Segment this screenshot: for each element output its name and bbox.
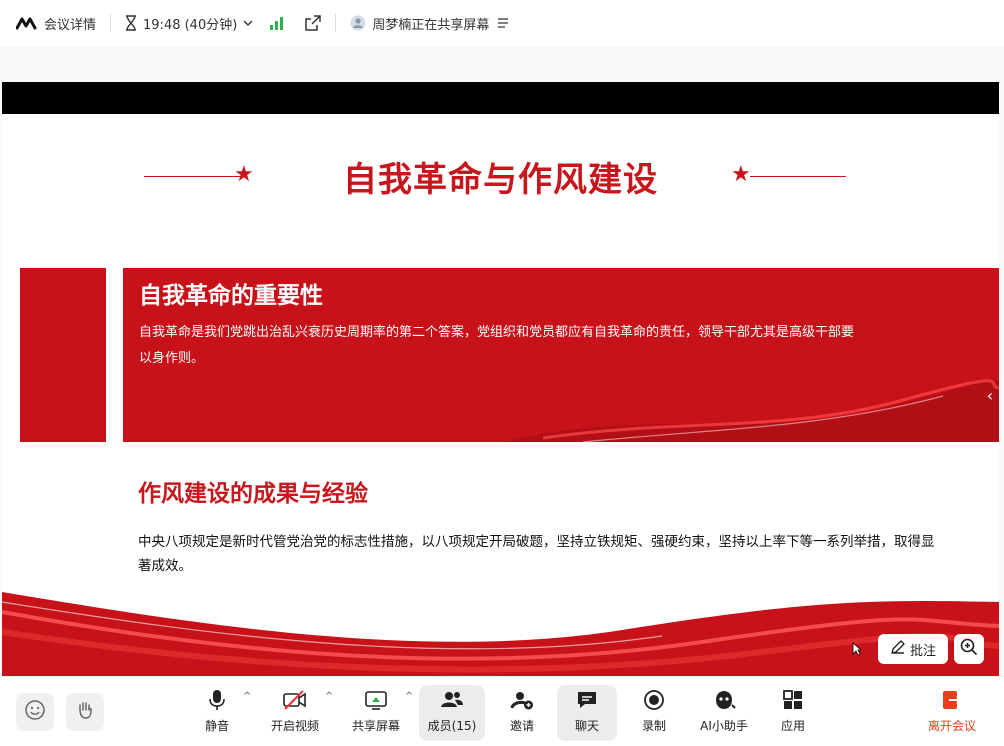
record-label: 录制 [641,719,666,733]
divider [335,14,337,32]
banner-title: 自我革命的重要性 [139,283,323,309]
sharing-status-text: 周梦楠正在共享屏幕 [372,17,490,33]
chevron-left-icon[interactable]: ‹ [983,386,997,406]
video-options-chevron-icon[interactable]: ^ [325,691,333,702]
invite-user-icon [510,685,534,715]
pen-icon [890,639,906,659]
meeting-details-label: 会议详情 [44,17,97,33]
section-title: 作风建设的成果与经验 [138,481,368,507]
chat-button[interactable]: 聊天 [557,685,617,741]
apps-label: 应用 [780,719,805,733]
mouse-cursor-icon [852,642,862,656]
ai-assistant-button[interactable]: AI小助手 [694,685,754,741]
members-button[interactable]: 成员(15) [419,685,485,741]
chat-icon [575,685,599,715]
external-window-icon [305,15,322,31]
exit-icon [941,685,963,715]
emoji-reaction-button[interactable] [16,693,54,731]
start-video-label: 开启视频 [270,719,319,733]
star-icon: ★ [731,162,751,187]
section-text: 中央八项规定是新时代管党治党的标志性措施，以八项规定开局破题，坚持立铁规矩、强硬… [138,534,935,574]
presentation-slide: ★ 自我革命与作风建设 ★ 自我革命的重要性 自我革命是我们党跳出治乱兴衰历史周… [2,82,999,676]
raise-hand-button[interactable] [66,693,104,731]
chevron-down-icon [243,20,253,26]
zoom-button[interactable] [954,634,984,664]
mute-button[interactable]: 静音 [197,685,237,741]
sharer-avatar-icon [350,15,366,31]
annotate-button[interactable]: 批注 [878,634,948,664]
slide-title-area: ★ 自我革命与作风建设 ★ [2,152,999,202]
hourglass-icon [125,15,137,31]
share-options-chevron-icon[interactable]: ^ [405,691,413,702]
meeting-details-button[interactable]: 会议详情 [16,14,96,33]
invite-button[interactable]: 邀请 [502,685,542,741]
leave-meeting-button[interactable]: 离开会议 [922,685,982,741]
ai-assistant-label: AI小助手 [700,719,748,733]
share-screen-button[interactable]: 共享屏幕 [349,685,403,741]
record-button[interactable]: 录制 [634,685,674,741]
network-signal[interactable] [269,16,285,30]
bottom-wave-decoration [2,592,999,676]
video-off-icon [282,685,308,715]
tencent-meeting-logo-icon [16,16,38,30]
leave-meeting-label: 离开会议 [927,719,976,733]
smiley-icon [24,699,46,725]
share-screen-icon [364,685,388,715]
pop-out-window-button[interactable] [305,15,322,31]
slide-title: 自我革命与作风建设 [343,160,658,200]
hand-icon [74,699,96,725]
bottom-toolbar: 静音 ^ 开启视频 ^ 共享屏幕 ^ 成员(15) 邀请 聊天 录制 AI小助手… [0,676,1004,746]
red-banner: 自我革命的重要性 自我革命是我们党跳出治乱兴衰历史周期率的第二个答案，党组织和党… [123,268,999,442]
sharing-status[interactable]: 周梦楠正在共享屏幕 [350,14,509,33]
members-label: 成员(15) [427,719,477,733]
apps-grid-icon [782,685,804,715]
microphone-icon [209,685,225,715]
annotate-label: 批注 [909,643,936,659]
chat-label: 聊天 [574,719,599,733]
banner-text: 自我革命是我们党跳出治乱兴衰历史周期率的第二个答案，党组织和党员都应有自我革命的… [139,325,855,366]
signal-icon [269,16,285,30]
apps-button[interactable]: 应用 [773,685,813,741]
top-bar: 会议详情 19:48 (40分钟) 周梦楠正在共享屏幕 [0,0,1004,46]
divider [110,14,112,32]
ai-assistant-icon [712,685,736,715]
menu-icon [497,18,509,28]
meeting-time-text: 19:48 (40分钟) [143,17,238,33]
mute-label: 静音 [204,719,229,733]
zoom-in-icon [960,638,978,660]
invite-label: 邀请 [509,719,534,733]
share-screen-label: 共享屏幕 [351,719,400,733]
slide-top-bar [2,82,999,114]
title-decoration-line-right [750,176,846,177]
mute-options-chevron-icon[interactable]: ^ [243,691,251,702]
members-icon [440,685,464,715]
meeting-time[interactable]: 19:48 (40分钟) [125,14,253,33]
red-block [20,268,106,442]
start-video-button[interactable]: 开启视频 [268,685,322,741]
record-icon [643,685,665,715]
